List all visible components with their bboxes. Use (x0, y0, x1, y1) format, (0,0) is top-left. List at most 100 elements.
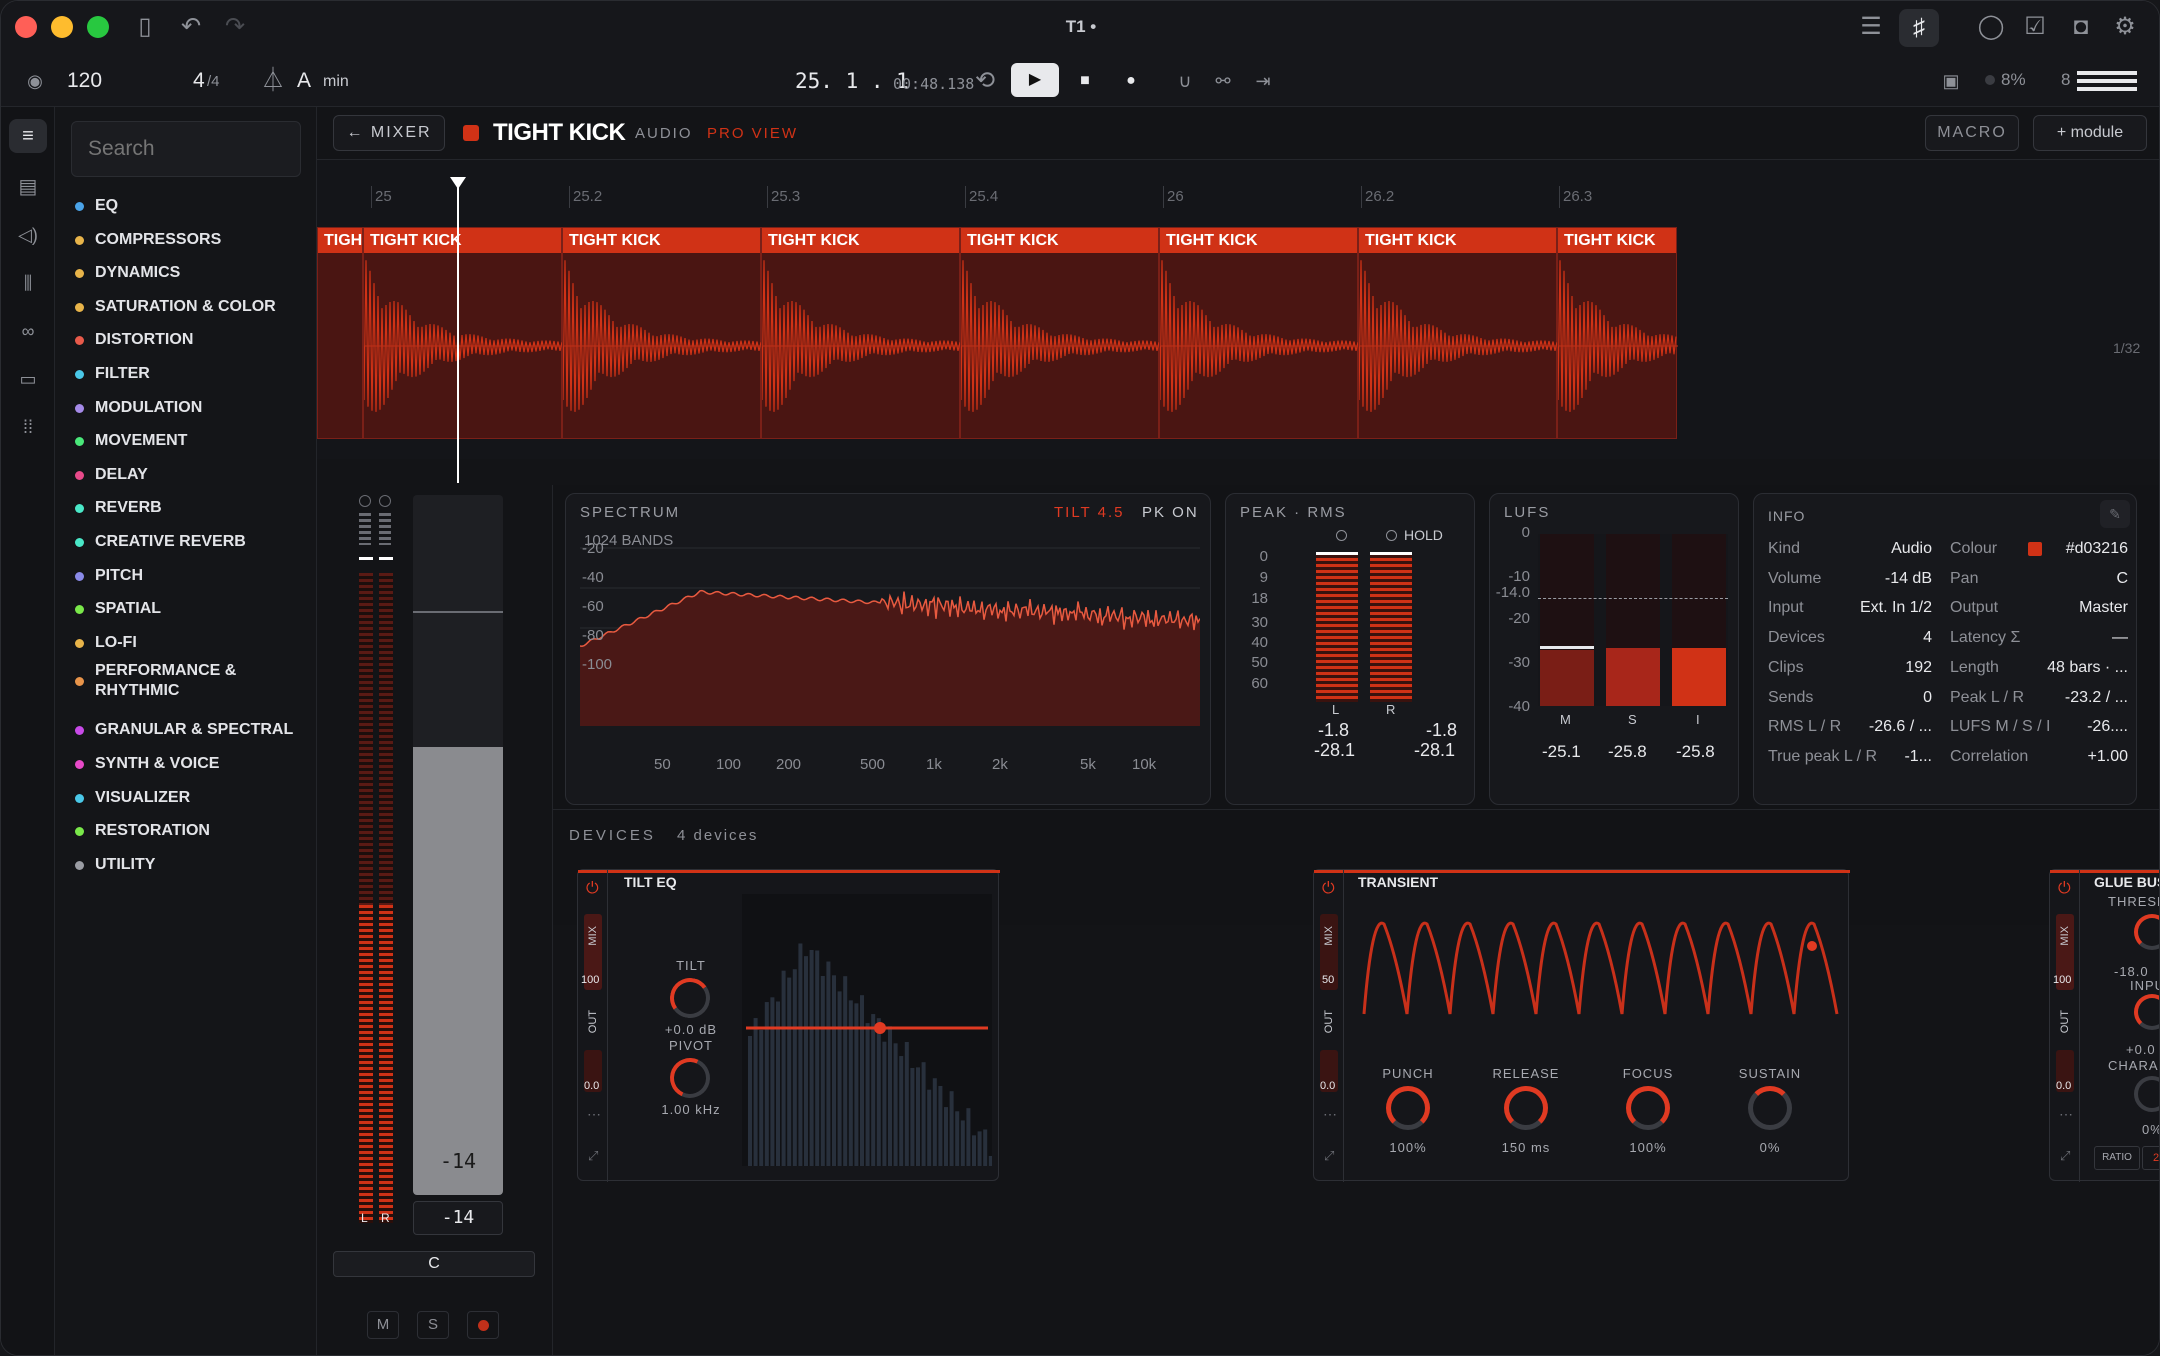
solo-button[interactable]: S (417, 1311, 449, 1339)
position-display[interactable]: 25. 1 . 1 (795, 69, 909, 93)
power-icon[interactable]: ⏻ (2058, 880, 2071, 898)
expand-icon[interactable]: ⤢ (2060, 1148, 2070, 1164)
category-item[interactable]: DELAY (75, 460, 305, 490)
track-name[interactable]: TIGHT KICK (493, 119, 625, 147)
category-item[interactable]: EQ (75, 191, 305, 221)
search-input[interactable] (71, 121, 301, 177)
category-item[interactable]: LO-FI (75, 628, 305, 658)
audio-clip[interactable]: TIGHT KICK (562, 227, 761, 439)
device-tilt-eq[interactable]: ⏻ MIX 100 OUT 0.0 ⋯ ⤢ TILT EQ TILT +0.0 … (577, 869, 999, 1181)
list-view-icon[interactable]: ≡ (9, 119, 47, 153)
sidebar-toggle-icon[interactable]: ▯ (129, 13, 161, 41)
track-color-swatch[interactable] (463, 125, 479, 141)
chain-icon[interactable]: ∞ (12, 317, 44, 345)
category-item[interactable]: SATURATION & COLOR (75, 292, 305, 322)
spectrum-tilt[interactable]: TILT 4.5 (1054, 504, 1124, 521)
category-item[interactable]: DISTORTION (75, 325, 305, 355)
more-icon[interactable]: ⋯ (2059, 1106, 2073, 1123)
back-to-mixer-button[interactable]: ← MIXER (333, 115, 445, 151)
record-arm-button[interactable] (467, 1311, 499, 1339)
audio-clip[interactable]: TIGHT KICK (761, 227, 960, 439)
hold-label[interactable]: HOLD (1404, 527, 1443, 543)
expand-icon[interactable]: ⤢ (1324, 1148, 1334, 1164)
pivot-knob[interactable] (664, 1052, 715, 1103)
undo-icon[interactable]: ↶ (175, 13, 207, 41)
hold-toggle[interactable] (1386, 530, 1397, 541)
tilt-knob[interactable] (667, 975, 713, 1021)
pan-control[interactable]: C (333, 1251, 535, 1277)
category-item[interactable]: CREATIVE REVERB (75, 527, 305, 557)
audio-clip[interactable]: TIGHT KICK (363, 227, 562, 439)
power-icon[interactable]: ⏻ (586, 880, 599, 898)
category-item[interactable]: DYNAMICS (75, 258, 305, 288)
document-icon[interactable]: ▭ (12, 365, 44, 393)
pro-view-label[interactable]: PRO VIEW (707, 125, 798, 142)
grid-resolution[interactable]: 1/32 (2113, 340, 2140, 356)
volume-fader-fill[interactable] (413, 747, 503, 1195)
character-knob[interactable] (2134, 1076, 2160, 1112)
category-item[interactable]: VISUALIZER (75, 783, 305, 813)
transient-knob[interactable] (1386, 1086, 1430, 1130)
ratio-value[interactable]: 2 (2142, 1146, 2160, 1170)
transient-knob[interactable] (1748, 1086, 1792, 1130)
category-item[interactable]: FILTER (75, 359, 305, 389)
meter-l-clip-indicator[interactable] (359, 495, 371, 507)
category-item[interactable]: SYNTH & VOICE (75, 749, 305, 779)
more-icon[interactable]: ⋯ (1323, 1106, 1337, 1123)
gear-icon[interactable]: ⚙ (2109, 13, 2141, 41)
timeline[interactable]: 2525.225.325.42626.226.3 TIGHT KTIGHT KI… (317, 159, 2160, 459)
transient-envelope-display[interactable] (1358, 894, 1842, 1046)
grid-snap-icon[interactable]: ♯ (1899, 9, 1939, 47)
more-icon[interactable]: ⋯ (587, 1106, 601, 1123)
playhead[interactable] (457, 177, 459, 483)
category-item[interactable]: REVERB (75, 493, 305, 523)
category-item[interactable]: UTILITY (75, 850, 305, 880)
transient-knob[interactable] (1504, 1086, 1548, 1130)
metronome-icon[interactable]: ⏃ (257, 67, 289, 95)
speaker-icon[interactable]: ◁) (12, 221, 44, 249)
expand-icon[interactable]: ⤢ (588, 1148, 598, 1164)
tempo-display[interactable]: 120 (67, 69, 102, 93)
redo-icon[interactable]: ↷ (219, 13, 251, 41)
category-item[interactable]: GRANULAR & SPECTRAL (75, 715, 305, 745)
align-icon[interactable]: ☰ (1855, 13, 1887, 41)
meter-r-clip-indicator[interactable] (379, 495, 391, 507)
category-item[interactable]: SPATIAL (75, 594, 305, 624)
piano-icon[interactable]: ▤ (12, 173, 44, 201)
volume-fader-track[interactable]: -14 (413, 495, 503, 1195)
stop-button[interactable]: ■ (1069, 67, 1101, 95)
time-signature-denominator[interactable]: /4 (207, 73, 220, 90)
category-item[interactable]: PITCH (75, 561, 305, 591)
audio-clip[interactable]: TIGHT KICK (1358, 227, 1557, 439)
device-glue-bus[interactable]: ⏻ MIX 100 OUT 0.0 ⋯ ⤢ GLUE BUS THRESH -1… (2049, 869, 2160, 1181)
input-knob[interactable] (2134, 994, 2160, 1030)
scale-display[interactable]: min (323, 73, 349, 91)
device-transient[interactable]: ⏻ MIX 50 OUT 0.0 ⋯ ⤢ TRANSIENT PUNCH 100%… (1313, 869, 1849, 1181)
peak-reset-indicator[interactable] (1336, 530, 1347, 541)
record-arm-icon[interactable]: ◉ (19, 67, 51, 95)
category-item[interactable]: COMPRESSORS (75, 225, 305, 255)
playhead-marker[interactable] (450, 177, 466, 189)
transient-knob[interactable] (1626, 1086, 1670, 1130)
record-button[interactable]: ● (1115, 67, 1147, 95)
audio-clip[interactable]: TIGHT KICK (1557, 227, 1677, 439)
camera-icon[interactable]: ◘ (2065, 13, 2097, 41)
spectrum-peak-mode[interactable]: PK ON (1142, 504, 1199, 521)
follow-icon[interactable]: ⇥ (1247, 67, 1279, 95)
close-window-button[interactable] (15, 16, 37, 38)
minimize-window-button[interactable] (51, 16, 73, 38)
ratio-label[interactable]: RATIO (2094, 1146, 2140, 1170)
tilt-eq-display[interactable] (742, 894, 992, 1166)
chat-icon[interactable]: ◯ (1975, 13, 2007, 41)
link-icon[interactable]: ⚯ (1207, 67, 1239, 95)
audio-clip[interactable]: TIGHT KICK (1159, 227, 1358, 439)
power-icon[interactable]: ⏻ (1322, 880, 1335, 898)
audio-clip[interactable]: TIGHT K (317, 227, 363, 439)
category-item[interactable]: MODULATION (75, 393, 305, 423)
key-display[interactable]: A (297, 69, 311, 93)
audio-clip[interactable]: TIGHT KICK (960, 227, 1159, 439)
category-item[interactable]: PERFORMANCE & RHYTHMIC (75, 661, 305, 705)
checklist-icon[interactable]: ☑ (2019, 13, 2051, 41)
loop-icon[interactable]: ⟲ (969, 67, 1001, 95)
mixer-icon[interactable]: ⁞⁞ (12, 413, 44, 441)
